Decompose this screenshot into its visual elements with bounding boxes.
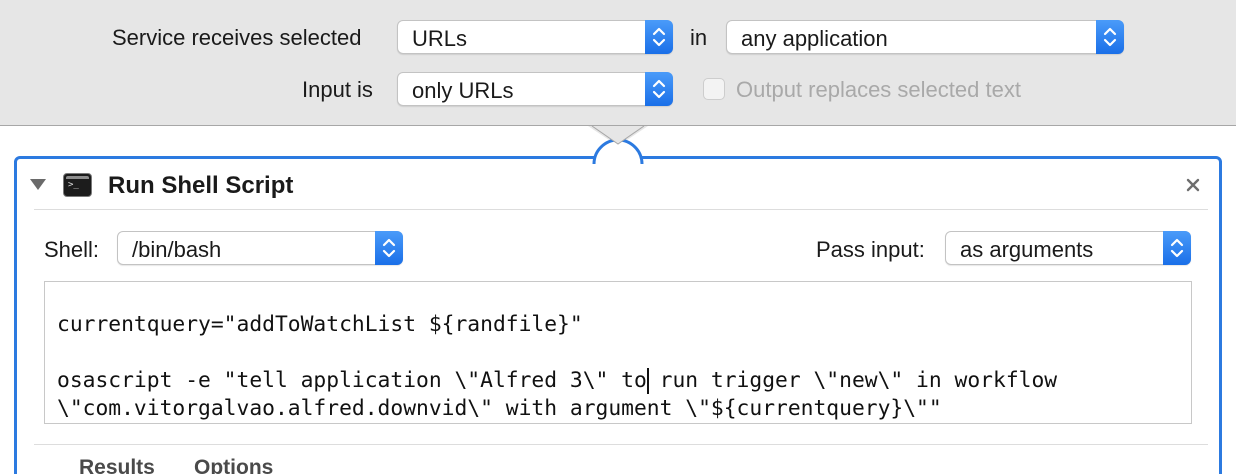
service-receives-label: Service receives selected <box>112 25 362 50</box>
shell-label: Shell: <box>44 237 100 262</box>
title-divider <box>34 209 1208 210</box>
chevron-updown-icon <box>375 231 403 265</box>
receives-type-value: URLs <box>412 26 468 51</box>
script-editor[interactable]: currentquery="addToWatchList ${randfile}… <box>44 281 1192 424</box>
shell-value: /bin/bash <box>132 237 222 262</box>
chevron-updown-icon <box>1163 231 1191 265</box>
in-label: in <box>690 25 708 50</box>
chevron-updown-icon <box>645 20 673 54</box>
text-caret <box>647 368 649 394</box>
output-replaces-label: Output replaces selected text <box>736 77 1021 102</box>
application-popup[interactable]: any application <box>726 20 1124 54</box>
script-line: \"com.vitorgalvao.alfred.downvid\" with … <box>57 396 942 421</box>
service-config-bar <box>0 0 1236 126</box>
action-title: Run Shell Script <box>108 172 294 199</box>
script-line: currentquery="addToWatchList ${randfile}… <box>57 312 583 337</box>
disclosure-triangle-icon[interactable] <box>30 179 46 190</box>
pass-input-label: Pass input: <box>816 237 925 262</box>
input-is-label: Input is <box>302 77 373 102</box>
close-icon[interactable] <box>1182 174 1204 196</box>
shell-popup[interactable]: /bin/bash <box>117 231 403 265</box>
connector-notch <box>588 125 648 164</box>
chevron-updown-icon <box>1096 20 1124 54</box>
output-replaces-checkbox[interactable] <box>703 78 725 100</box>
input-type-value: only URLs <box>412 78 514 103</box>
tabs-divider <box>34 444 1208 445</box>
application-value: any application <box>741 26 888 51</box>
chevron-updown-icon <box>645 72 673 106</box>
receives-type-popup[interactable]: URLs <box>397 20 673 54</box>
script-line: osascript -e "tell application \"Alfred … <box>57 368 1058 393</box>
terminal-icon: >_ <box>63 173 92 197</box>
input-type-popup[interactable]: only URLs <box>397 72 673 106</box>
tab-results[interactable]: Results <box>79 456 155 474</box>
pass-input-value: as arguments <box>960 237 1094 262</box>
tab-options[interactable]: Options <box>194 456 273 474</box>
pass-input-popup[interactable]: as arguments <box>945 231 1191 265</box>
